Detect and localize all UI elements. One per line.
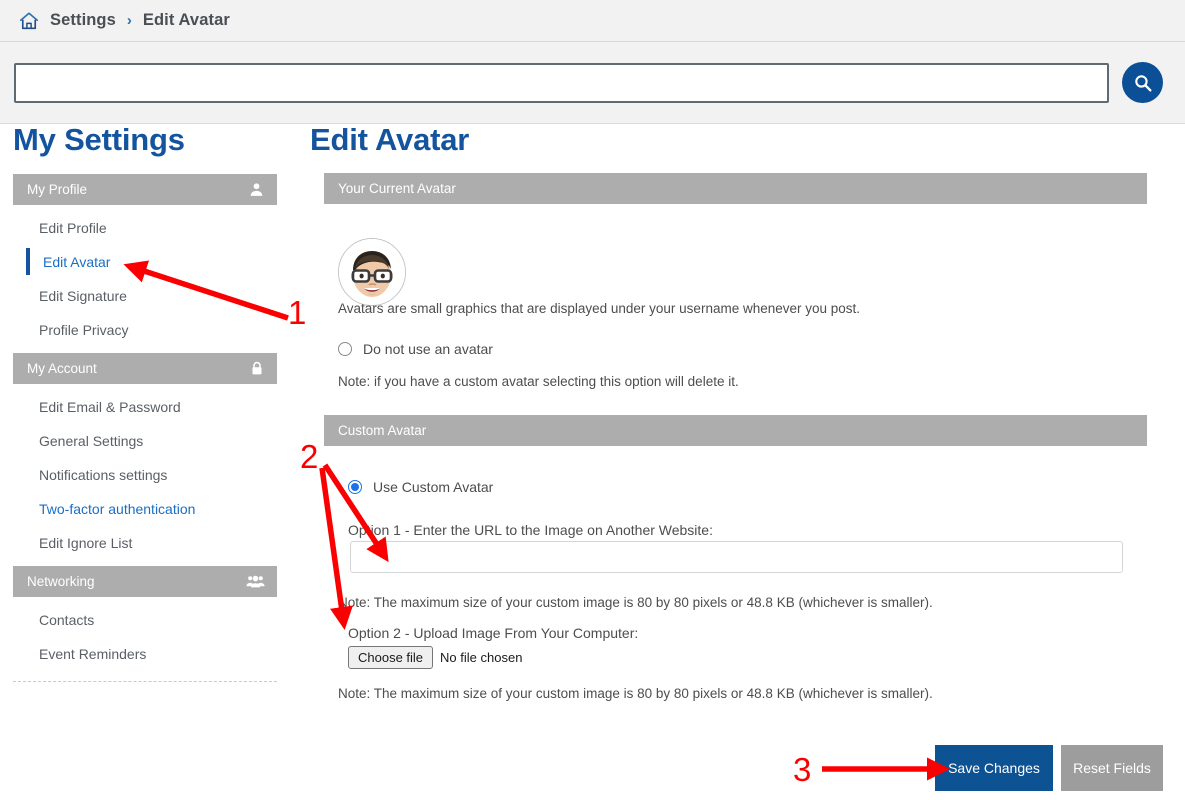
search-button[interactable] bbox=[1122, 62, 1163, 103]
file-status-text: No file chosen bbox=[440, 650, 523, 665]
sidebar-group-label: My Profile bbox=[27, 181, 88, 197]
section-header-current-avatar: Your Current Avatar bbox=[324, 173, 1147, 204]
breadcrumb-item-edit-avatar[interactable]: Edit Avatar bbox=[143, 11, 230, 30]
sidebar-group-header-networking: Networking bbox=[13, 566, 277, 597]
search-icon bbox=[1132, 72, 1154, 94]
radio-label-use-custom-avatar: Use Custom Avatar bbox=[373, 479, 494, 495]
sidebar-list-my-account: Edit Email & Password General Settings N… bbox=[13, 390, 277, 560]
sidebar-item-edit-signature[interactable]: Edit Signature bbox=[13, 279, 277, 313]
sidebar-divider bbox=[13, 681, 277, 682]
file-upload-row: Choose file No file chosen bbox=[348, 646, 522, 669]
sidebar-item-contacts[interactable]: Contacts bbox=[13, 603, 277, 637]
breadcrumb-item-settings[interactable]: Settings bbox=[50, 11, 116, 30]
note-delete-avatar: Note: if you have a custom avatar select… bbox=[338, 374, 739, 389]
note-max-size-file: Note: The maximum size of your custom im… bbox=[338, 686, 933, 701]
avatar-url-input[interactable] bbox=[350, 541, 1123, 573]
save-changes-button[interactable]: Save Changes bbox=[935, 745, 1053, 791]
action-buttons: Save Changes Reset Fields bbox=[935, 745, 1163, 791]
sidebar-group-header-my-account: My Account bbox=[13, 353, 277, 384]
page-title-edit-avatar: Edit Avatar bbox=[310, 122, 470, 157]
avatar-description: Avatars are small graphics that are disp… bbox=[338, 301, 861, 316]
sidebar-group-label: My Account bbox=[27, 360, 97, 376]
home-icon[interactable] bbox=[18, 10, 40, 32]
sidebar-list-my-profile: Edit Profile Edit Avatar Edit Signature … bbox=[13, 211, 277, 347]
avatar bbox=[338, 238, 406, 306]
annotation-number-2: 2 bbox=[300, 438, 319, 475]
page-title-my-settings: My Settings bbox=[13, 122, 185, 157]
note-max-size-url: Note: The maximum size of your custom im… bbox=[338, 595, 933, 610]
annotation-number-3: 3 bbox=[793, 751, 812, 788]
sidebar-list-networking: Contacts Event Reminders bbox=[13, 603, 277, 671]
sidebar-group-label: Networking bbox=[27, 573, 95, 589]
group-icon bbox=[246, 574, 265, 589]
sidebar-item-edit-ignore-list[interactable]: Edit Ignore List bbox=[13, 526, 277, 560]
user-icon bbox=[248, 181, 265, 198]
sidebar-group-header-my-profile: My Profile bbox=[13, 174, 277, 205]
sidebar-item-notifications-settings[interactable]: Notifications settings bbox=[13, 458, 277, 492]
choose-file-button[interactable]: Choose file bbox=[348, 646, 434, 669]
sidebar-item-general-settings[interactable]: General Settings bbox=[13, 424, 277, 458]
radio-do-not-use-avatar[interactable] bbox=[338, 342, 352, 356]
label-option1-url: Option 1 - Enter the URL to the Image on… bbox=[348, 522, 713, 538]
radio-use-custom-avatar[interactable] bbox=[348, 480, 362, 494]
radio-row-no-avatar[interactable]: Do not use an avatar bbox=[338, 341, 493, 357]
annotation-number-1: 1 bbox=[288, 294, 307, 331]
reset-fields-button[interactable]: Reset Fields bbox=[1061, 745, 1163, 791]
breadcrumb: Settings › Edit Avatar bbox=[0, 0, 1185, 42]
sidebar-item-event-reminders[interactable]: Event Reminders bbox=[13, 637, 277, 671]
sidebar-item-profile-privacy[interactable]: Profile Privacy bbox=[13, 313, 277, 347]
sidebar-item-edit-avatar[interactable]: Edit Avatar bbox=[13, 245, 277, 279]
label-option2-upload: Option 2 - Upload Image From Your Comput… bbox=[348, 625, 639, 641]
sidebar-item-edit-email-password[interactable]: Edit Email & Password bbox=[13, 390, 277, 424]
sidebar: My Profile Edit Profile Edit Avatar Edit… bbox=[13, 174, 277, 682]
search-input[interactable] bbox=[14, 63, 1109, 103]
lock-icon bbox=[249, 360, 265, 377]
chevron-right-icon: › bbox=[126, 12, 132, 29]
radio-label-do-not-use-avatar: Do not use an avatar bbox=[363, 341, 493, 357]
settings-edit-avatar-page: Settings › Edit Avatar My Settings My Pr… bbox=[0, 0, 1185, 800]
section-header-custom-avatar: Custom Avatar bbox=[324, 415, 1147, 446]
sidebar-item-edit-profile[interactable]: Edit Profile bbox=[13, 211, 277, 245]
radio-row-use-custom-avatar[interactable]: Use Custom Avatar bbox=[348, 479, 493, 495]
sidebar-item-two-factor-authentication[interactable]: Two-factor authentication bbox=[13, 492, 277, 526]
